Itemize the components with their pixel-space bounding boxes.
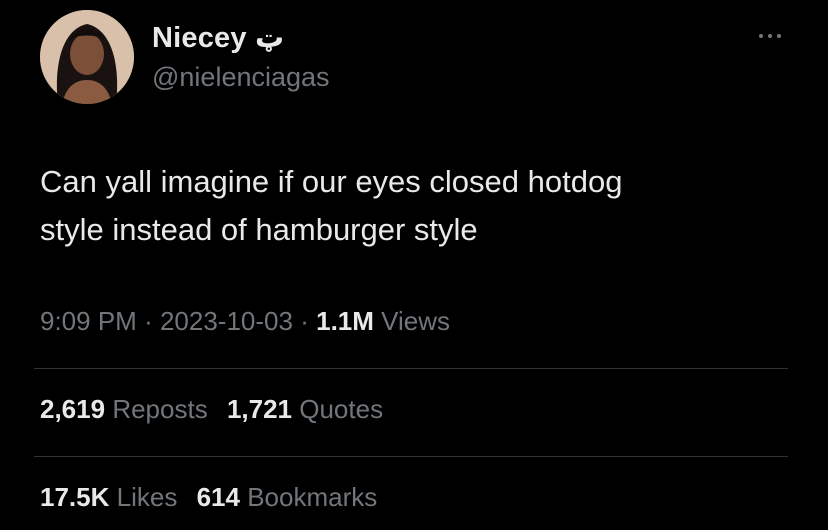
divider	[34, 456, 788, 457]
tweet-text-line: style instead of hamburger style	[40, 212, 478, 247]
quotes-count: 1,721	[226, 394, 293, 424]
display-name-text: Niecey	[152, 22, 247, 54]
avatar-photo	[40, 10, 134, 104]
likes-count: 17.5K	[40, 482, 110, 512]
tweet-time[interactable]: 9:09 PM	[40, 306, 137, 336]
bookmarks-stat[interactable]: 614 Bookmarks	[197, 482, 378, 512]
engagement-row-top: 2,619 Reposts 1,721 Quotes	[40, 394, 395, 425]
engagement-row-bottom: 17.5K Likes 614 Bookmarks	[40, 482, 389, 513]
divider	[34, 368, 788, 369]
reposts-stat[interactable]: 2,619 Reposts	[40, 394, 208, 424]
dot	[759, 34, 763, 38]
name-emoji: ټ	[254, 22, 285, 54]
meta-separator: ·	[300, 306, 309, 336]
reposts-count: 2,619	[40, 394, 106, 424]
dot	[768, 34, 772, 38]
display-name[interactable]: Niecey ټ	[152, 20, 284, 55]
tweet-text-line: Can yall imagine if our eyes closed hotd…	[40, 164, 623, 199]
tweet-meta: 9:09 PM · 2023-10-03 · 1.1M Views	[40, 306, 450, 337]
avatar[interactable]	[40, 10, 134, 104]
quotes-label: Quotes	[299, 394, 384, 424]
user-handle[interactable]: @nielenciagas	[152, 62, 330, 93]
likes-label: Likes	[116, 482, 178, 512]
bookmarks-count: 614	[196, 482, 240, 512]
tweet-date[interactable]: 2023-10-03	[160, 306, 293, 336]
likes-stat[interactable]: 17.5K Likes	[40, 482, 177, 512]
meta-separator: ·	[144, 306, 153, 336]
bookmarks-label: Bookmarks	[247, 482, 378, 512]
views-count: 1.1M	[316, 306, 374, 336]
more-options-icon[interactable]	[752, 22, 788, 50]
views-label: Views	[381, 306, 451, 336]
quotes-stat[interactable]: 1,721 Quotes	[227, 394, 383, 424]
tweet-text: Can yall imagine if our eyes closed hotd…	[40, 158, 800, 254]
dot	[777, 34, 781, 38]
reposts-label: Reposts	[112, 394, 208, 424]
